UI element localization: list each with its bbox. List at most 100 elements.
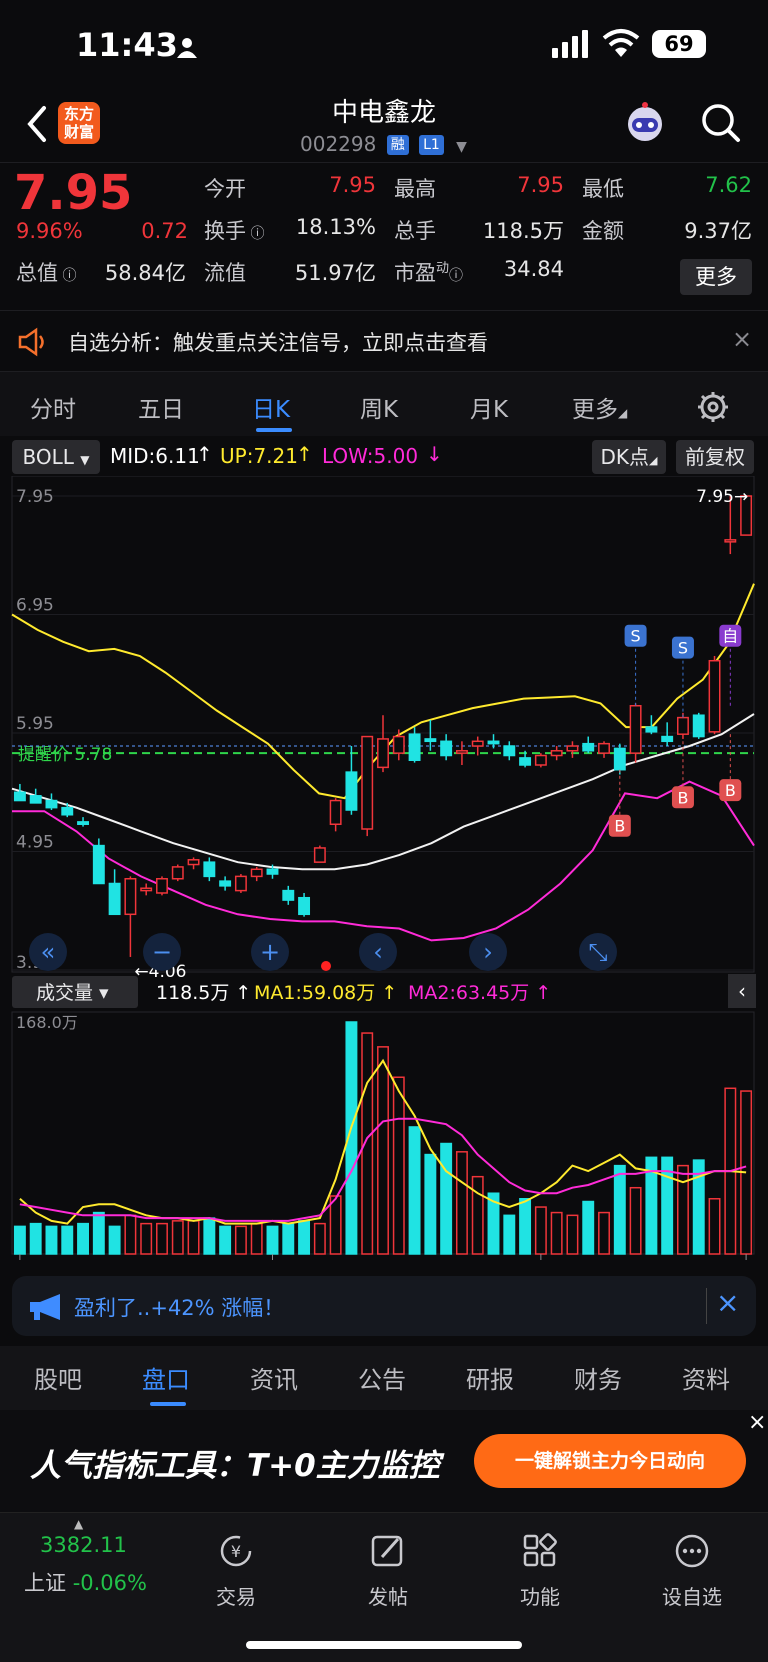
status-bar: 11:43 69 (0, 0, 768, 90)
candle-up (455, 750, 468, 754)
volume-bar (92, 1211, 105, 1255)
open-value: 7.95 (329, 173, 376, 197)
tab-finance[interactable]: 财务 (574, 1360, 622, 1395)
tab-daily-k[interactable]: 日K (252, 390, 290, 424)
tab-research[interactable]: 研报 (466, 1360, 514, 1395)
candle-down (440, 740, 453, 757)
turnover-value: 18.13% (295, 215, 376, 239)
tab-forum[interactable]: 股吧 (34, 1360, 82, 1395)
settings-icon[interactable] (696, 390, 730, 424)
volume-bar (708, 1198, 721, 1255)
nav-post[interactable]: 发帖 (338, 1533, 438, 1610)
candle-down (219, 880, 232, 887)
alert-text: 自选分析：触发重点关注信号，立即点击查看 (68, 331, 488, 355)
index-row[interactable]: 上证 -0.06% (24, 1567, 147, 1597)
stock-code-row[interactable]: 002298 融 L1 ▼ (300, 132, 467, 156)
sell-signal-text: S (631, 627, 641, 646)
candle-down (298, 896, 311, 916)
sell-signal-text: S (678, 639, 688, 658)
tab-announcements[interactable]: 公告 (358, 1360, 406, 1395)
close-icon[interactable]: × (716, 1286, 739, 1319)
tab-news[interactable]: 资讯 (250, 1360, 298, 1395)
prev-icon: ‹ (373, 938, 383, 966)
tab-more[interactable]: 更多◢ (572, 390, 627, 424)
more-dots-icon (675, 1534, 709, 1568)
search-icon[interactable] (700, 102, 742, 144)
divider (706, 1288, 707, 1324)
volume-bar (550, 1211, 563, 1255)
adjust-button[interactable]: 前复权 (676, 440, 754, 474)
candle-down (645, 726, 658, 733)
volume-bar (676, 1164, 689, 1255)
candle-down (92, 844, 105, 885)
arrow-down-icon: ↓ (426, 442, 443, 466)
robot-assistant-icon[interactable] (622, 100, 668, 146)
margin-tag: 融 (386, 135, 409, 155)
low-label: 最低 (582, 177, 624, 201)
boll-indicator-select[interactable]: BOLL ▼ (12, 440, 100, 474)
more-button[interactable]: 更多 (680, 259, 752, 295)
candle-down (345, 771, 358, 811)
wifi-icon (602, 29, 640, 57)
volume-bar (29, 1222, 42, 1255)
close-icon[interactable]: × (748, 1410, 766, 1435)
dk-point-button[interactable]: DK点◢ (592, 440, 666, 474)
caret-up-icon: ▲ (74, 1517, 84, 1531)
kline-chart[interactable]: BOLL ▼ MID:6.11 ↑ UP:7.21 ↑ LOW:5.00 ↓ D… (0, 436, 768, 1264)
svg-text:¥: ¥ (231, 1542, 241, 1561)
info-tabs: 股吧 盘口 资讯 公告 研报 财务 资料 (0, 1346, 768, 1410)
candle-up (550, 750, 563, 757)
volume-bar (108, 1225, 121, 1255)
tab-monthly-k[interactable]: 月K (470, 390, 508, 424)
volume-bar (534, 1206, 547, 1255)
y-tick-label: 4.95 (16, 833, 54, 853)
y-tick-label: 7.95 (16, 487, 54, 507)
nav-function[interactable]: 功能 (490, 1533, 590, 1610)
max-price-label: 7.95→ (696, 487, 748, 507)
amount-value: 9.37亿 (684, 219, 752, 243)
battery-level: 69 (664, 32, 694, 56)
collapse-icon: ‹ (738, 979, 746, 1003)
candle-up (361, 735, 374, 830)
candle-up (724, 539, 737, 543)
volume-bar (455, 1151, 468, 1255)
next-icon: › (483, 938, 493, 966)
close-icon[interactable]: × (732, 325, 752, 353)
candle-down (13, 791, 26, 802)
zoom-out-icon: − (152, 938, 172, 966)
index-value[interactable]: 3382.11 (40, 1533, 127, 1557)
candle-up (392, 735, 405, 754)
tab-profile[interactable]: 资料 (682, 1360, 730, 1395)
nav-add-watchlist[interactable]: 设自选 (642, 1533, 742, 1610)
volume-bar (629, 1186, 642, 1255)
status-time: 11:43 (76, 26, 178, 64)
candle-up (566, 745, 579, 752)
chart-canvas[interactable]: 7.956.955.954.953.95提醒价 5.787.95→←4.06BS… (0, 476, 768, 1264)
analysis-alert-banner[interactable]: 自选分析：触发重点关注信号，立即点击查看 × (0, 310, 768, 372)
volume-bar (234, 1225, 247, 1255)
candle-down (503, 745, 516, 757)
candle-down (266, 868, 279, 875)
grid-icon (523, 1533, 557, 1567)
y-tick-label: 6.95 (16, 596, 54, 616)
candle-up (140, 887, 153, 892)
candle-up (313, 847, 326, 863)
tab-weekly-k[interactable]: 周K (360, 390, 398, 424)
volume-bar (156, 1222, 168, 1255)
tab-orderbook[interactable]: 盘口 (142, 1360, 190, 1395)
ad-banner[interactable]: 人气指标工具：T+0主力监控 一键解锁主力今日动向 × (0, 1410, 768, 1512)
volume-bar (140, 1222, 153, 1255)
ad-cta-button[interactable]: 一键解锁主力今日动向 (474, 1434, 746, 1488)
nav-trade[interactable]: ¥ 交易 (186, 1533, 286, 1610)
candle-up (187, 859, 200, 866)
volume-indicator: 成交量 ▾ (36, 982, 109, 1004)
candle-down (77, 821, 90, 825)
boll-low-label: LOW:5.00 (322, 444, 419, 468)
turnover-label: 换手 ⓘ (204, 219, 265, 243)
market-cap-value: 58.84亿 (104, 261, 186, 285)
tab-intraday[interactable]: 分时 (30, 390, 76, 424)
volume-bar (377, 1046, 389, 1255)
news-banner[interactable]: 盈利了..+42% 涨幅！ × (12, 1276, 756, 1336)
candle-down (519, 757, 532, 766)
tab-five-day[interactable]: 五日 (138, 390, 184, 424)
